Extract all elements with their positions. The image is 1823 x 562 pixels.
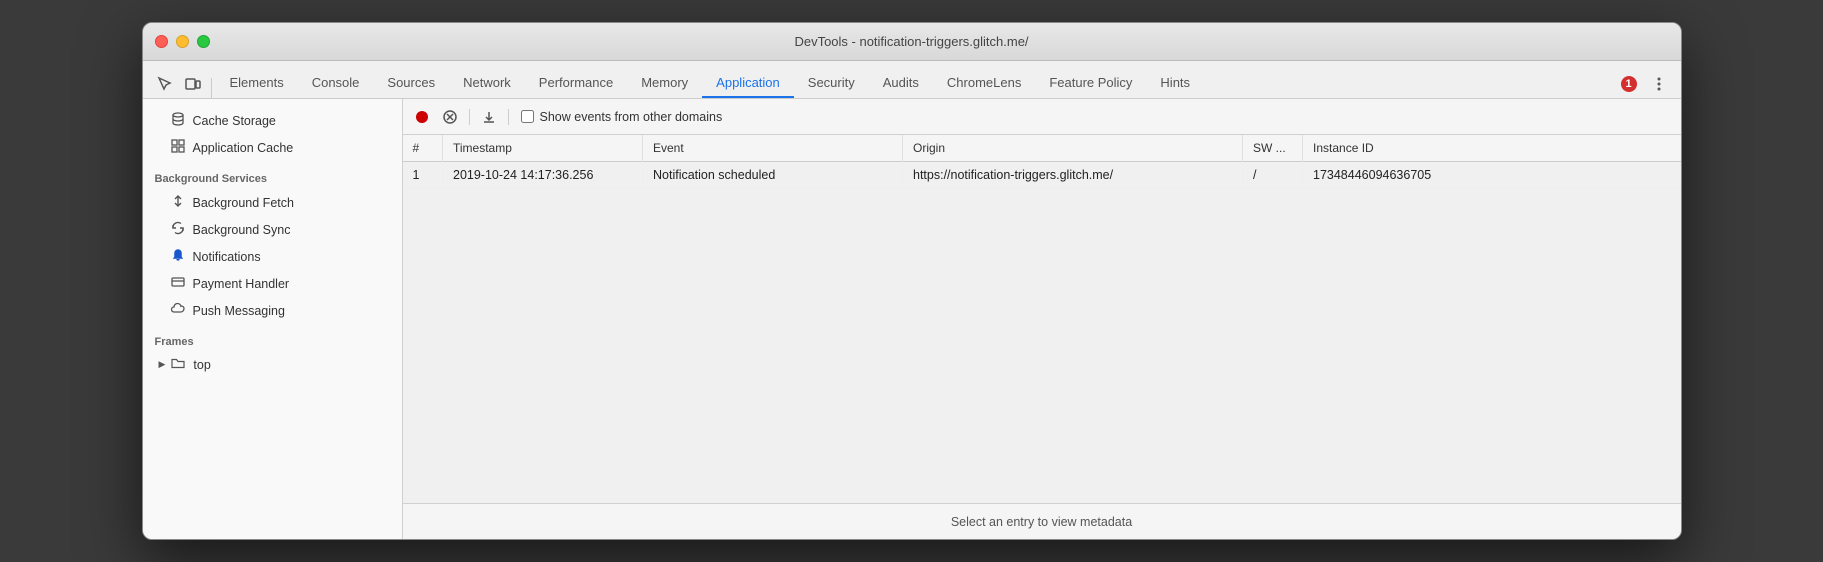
tab-audits[interactable]: Audits — [869, 69, 933, 98]
titlebar: DevTools - notification-triggers.glitch.… — [143, 23, 1681, 61]
payment-handler-label: Payment Handler — [193, 277, 290, 291]
sidebar-item-cache-storage[interactable]: Cache Storage — [143, 107, 402, 134]
sidebar-item-background-fetch[interactable]: Background Fetch — [143, 189, 402, 216]
tab-network[interactable]: Network — [449, 69, 525, 98]
tab-performance[interactable]: Performance — [525, 69, 627, 98]
background-fetch-label: Background Fetch — [193, 196, 294, 210]
window-title: DevTools - notification-triggers.glitch.… — [794, 34, 1028, 49]
chevron-right-icon: ▶ — [159, 359, 166, 370]
sidebar-item-background-sync[interactable]: Background Sync — [143, 216, 402, 243]
show-events-label[interactable]: Show events from other domains — [540, 110, 723, 124]
application-cache-label: Application Cache — [193, 141, 294, 155]
col-header-event[interactable]: Event — [643, 135, 903, 162]
database-icon — [171, 112, 185, 129]
folder-icon — [171, 357, 185, 372]
sync-icon — [171, 221, 185, 238]
col-header-timestamp[interactable]: Timestamp — [443, 135, 643, 162]
notifications-label: Notifications — [193, 250, 261, 264]
tab-featurepolicy[interactable]: Feature Policy — [1035, 69, 1146, 98]
cell-event: Notification scheduled — [643, 162, 903, 189]
tab-hints[interactable]: Hints — [1146, 69, 1204, 98]
bg-services-section-label: Background Services — [143, 161, 402, 189]
status-text: Select an entry to view metadata — [951, 515, 1132, 529]
cell-timestamp: 2019-10-24 14:17:36.256 — [443, 162, 643, 189]
col-header-origin[interactable]: Origin — [903, 135, 1243, 162]
col-header-sw[interactable]: SW ... — [1243, 135, 1303, 162]
col-header-num[interactable]: # — [403, 135, 443, 162]
main-layout: Cache Storage Application Cache Backgrou… — [143, 99, 1681, 539]
show-events-checkbox[interactable] — [521, 110, 534, 123]
more-options-button[interactable] — [1645, 70, 1673, 98]
tab-console[interactable]: Console — [298, 69, 374, 98]
tab-sources[interactable]: Sources — [373, 69, 449, 98]
window-controls — [155, 35, 210, 48]
cache-storage-label: Cache Storage — [193, 114, 276, 128]
tab-security[interactable]: Security — [794, 69, 869, 98]
tab-chromelens[interactable]: ChromeLens — [933, 69, 1035, 98]
inspect-icon[interactable] — [151, 70, 179, 98]
cell-num: 1 — [403, 162, 443, 189]
bell-icon — [171, 248, 185, 265]
minimize-button[interactable] — [176, 35, 189, 48]
sidebar: Cache Storage Application Cache Backgrou… — [143, 99, 403, 539]
nav-end: 1 — [1621, 70, 1673, 98]
error-count: 1 — [1621, 76, 1637, 92]
record-button[interactable] — [411, 106, 433, 128]
nav-separator — [211, 78, 212, 98]
error-badge[interactable]: 1 — [1621, 76, 1637, 92]
notifications-table: # Timestamp Event Origin SW ... Instance… — [403, 135, 1681, 189]
grid-icon — [171, 139, 185, 156]
sidebar-item-application-cache[interactable]: Application Cache — [143, 134, 402, 161]
frames-top-label: top — [193, 358, 210, 372]
device-icon[interactable] — [179, 70, 207, 98]
show-events-checkbox-row: Show events from other domains — [521, 110, 723, 124]
table-row[interactable]: 1 2019-10-24 14:17:36.256 Notification s… — [403, 162, 1681, 189]
cloud-icon — [171, 302, 185, 319]
download-button[interactable] — [478, 106, 500, 128]
content-area: Show events from other domains # Timesta… — [403, 99, 1681, 539]
maximize-button[interactable] — [197, 35, 210, 48]
background-sync-label: Background Sync — [193, 223, 291, 237]
cell-instance-id: 17348446094636705 — [1303, 162, 1681, 189]
tab-application[interactable]: Application — [702, 69, 794, 98]
devtools-window: DevTools - notification-triggers.glitch.… — [142, 22, 1682, 540]
sidebar-item-payment-handler[interactable]: Payment Handler — [143, 270, 402, 297]
toolbar-separator — [469, 109, 470, 125]
sidebar-item-notifications[interactable]: Notifications — [143, 243, 402, 270]
nav-tabs: Elements Console Sources Network Perform… — [143, 61, 1681, 99]
payment-icon — [171, 275, 185, 292]
status-bar: Select an entry to view metadata — [403, 503, 1681, 539]
clear-button[interactable] — [439, 106, 461, 128]
close-button[interactable] — [155, 35, 168, 48]
push-messaging-label: Push Messaging — [193, 304, 285, 318]
table-container: # Timestamp Event Origin SW ... Instance… — [403, 135, 1681, 503]
frames-section-label: Frames — [143, 324, 402, 352]
col-header-instance[interactable]: Instance ID — [1303, 135, 1681, 162]
sidebar-item-push-messaging[interactable]: Push Messaging — [143, 297, 402, 324]
tab-memory[interactable]: Memory — [627, 69, 702, 98]
cell-origin: https://notification-triggers.glitch.me/ — [903, 162, 1243, 189]
tab-elements[interactable]: Elements — [216, 69, 298, 98]
bg-fetch-icon — [171, 194, 185, 211]
sidebar-item-frames-top[interactable]: ▶ top — [143, 352, 402, 377]
cell-sw: / — [1243, 162, 1303, 189]
toolbar-separator-2 — [508, 109, 509, 125]
content-toolbar: Show events from other domains — [403, 99, 1681, 135]
